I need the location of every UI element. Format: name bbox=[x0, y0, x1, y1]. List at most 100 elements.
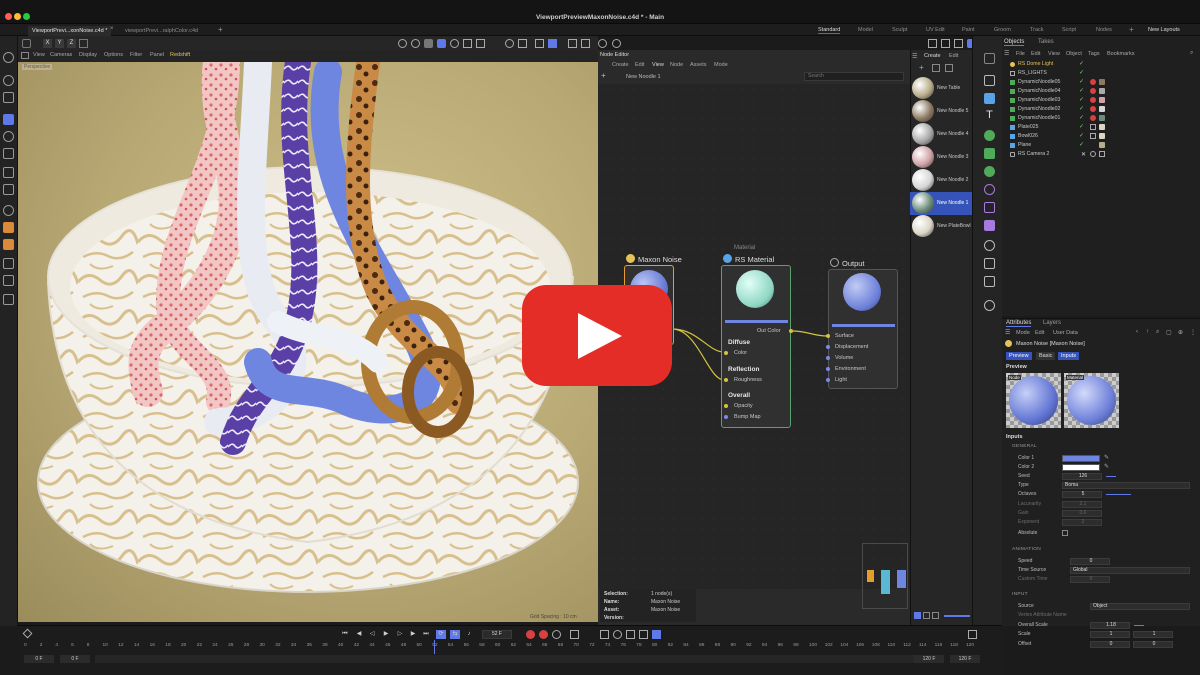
add-node-icon[interactable]: + bbox=[601, 71, 606, 80]
node-menu-assets[interactable]: Assets bbox=[690, 62, 707, 68]
environment-port-dot[interactable] bbox=[826, 367, 830, 371]
coord-system-icon[interactable] bbox=[79, 39, 88, 48]
volume-port-dot[interactable] bbox=[826, 356, 830, 360]
custom-time-field[interactable]: 0 bbox=[1070, 576, 1110, 583]
node-menu-edit[interactable]: Edit bbox=[635, 62, 644, 68]
layout-sculpt[interactable]: Sculpt bbox=[892, 27, 907, 33]
objects-menu-bookmarks[interactable]: Bookmarks bbox=[1107, 51, 1135, 57]
object-row[interactable]: RS_LIGHTS ✓ bbox=[1005, 69, 1200, 78]
render-settings-icon[interactable] bbox=[411, 39, 420, 48]
diffuse-section[interactable]: Diffuse bbox=[728, 339, 750, 346]
node-menu-node[interactable]: Node bbox=[670, 62, 683, 68]
material-tool-icon[interactable] bbox=[932, 64, 940, 72]
up-arrow-icon[interactable]: ↑ bbox=[1146, 329, 1149, 335]
render-icon[interactable] bbox=[424, 39, 433, 48]
tab-objects[interactable]: Objects bbox=[1004, 39, 1025, 46]
phong-tag-icon[interactable] bbox=[1090, 133, 1096, 139]
viewport-menu-filter[interactable]: Filter bbox=[130, 52, 142, 58]
material-item-selected[interactable]: New Noodle 1 bbox=[910, 192, 972, 215]
layout-model[interactable]: Model bbox=[858, 27, 873, 33]
attributes-menu-user-data[interactable]: User Data bbox=[1053, 330, 1078, 336]
octaves-field[interactable]: 5 bbox=[1062, 491, 1102, 498]
layout-standard[interactable]: Standard bbox=[818, 27, 841, 34]
target-tag-icon[interactable] bbox=[1090, 151, 1096, 157]
primitive-icon[interactable] bbox=[984, 93, 995, 104]
select-icon[interactable] bbox=[3, 92, 14, 103]
auto-key-button[interactable] bbox=[539, 630, 548, 639]
lacunarity-field[interactable]: 2.1 bbox=[1062, 501, 1102, 508]
material-item[interactable]: New PlateBowl bbox=[910, 215, 972, 238]
texture-tag-icon[interactable] bbox=[1099, 142, 1105, 148]
attributes-menu-mode[interactable]: Mode bbox=[1016, 330, 1030, 336]
light-icon[interactable] bbox=[984, 258, 995, 269]
scale-x-field[interactable]: 1 bbox=[1090, 631, 1130, 638]
texture-tag-icon[interactable] bbox=[1099, 115, 1105, 121]
rotate-icon[interactable] bbox=[3, 131, 14, 142]
surface-port[interactable]: Surface bbox=[835, 333, 854, 339]
layout-paint[interactable]: Paint bbox=[962, 27, 975, 33]
more-attr-icon[interactable]: ⋮ bbox=[1190, 329, 1196, 336]
material-item[interactable]: New Noodle 4 bbox=[910, 123, 972, 146]
attributes-menu-icon[interactable]: ☰ bbox=[1005, 329, 1010, 336]
key-pla-button[interactable] bbox=[639, 630, 648, 639]
displacement-port[interactable]: Displacement bbox=[835, 344, 868, 350]
material-menu-create[interactable]: Create bbox=[924, 53, 941, 59]
type-dropdown[interactable]: Boma bbox=[1062, 482, 1190, 489]
generator-icon[interactable] bbox=[984, 130, 995, 141]
material-tag-icon[interactable] bbox=[1090, 79, 1096, 85]
texture-tag-icon[interactable] bbox=[1099, 124, 1105, 130]
material-item[interactable]: New Noodle 5 bbox=[910, 100, 972, 123]
move-icon[interactable] bbox=[3, 114, 14, 125]
key-rotation-button[interactable] bbox=[600, 630, 609, 639]
speed-field[interactable]: 0 bbox=[1070, 558, 1110, 565]
material-tag-icon[interactable] bbox=[1090, 97, 1096, 103]
axis-z-button[interactable]: Z bbox=[67, 39, 76, 48]
teapot-icon[interactable] bbox=[450, 39, 459, 48]
object-row[interactable]: Bowl026 ✓ bbox=[1005, 132, 1200, 141]
playhead[interactable] bbox=[434, 640, 436, 654]
enabled-check-icon[interactable]: ✓ bbox=[1079, 69, 1084, 76]
tab-attributes[interactable]: Attributes bbox=[1006, 320, 1032, 327]
objects-search-icon[interactable]: ⌕ bbox=[1190, 50, 1193, 57]
doc-tab[interactable]: viewportPrevi...ralphColor.c4d bbox=[125, 26, 198, 36]
paint-icon[interactable] bbox=[3, 275, 14, 286]
color2-picker-icon[interactable]: ✎ bbox=[1104, 463, 1109, 470]
overall-scale-slider[interactable] bbox=[1134, 625, 1144, 626]
color-port-dot[interactable] bbox=[724, 351, 728, 355]
filter-icon[interactable] bbox=[581, 39, 590, 48]
subtab-preview[interactable]: Preview bbox=[1006, 352, 1032, 360]
material-tag-icon[interactable] bbox=[1090, 115, 1096, 121]
opacity-port[interactable]: Opacity bbox=[734, 403, 753, 409]
viewport-menu-cameras[interactable]: Cameras bbox=[50, 52, 72, 58]
axis-x-button[interactable]: X bbox=[43, 39, 52, 48]
goto-start-button[interactable]: ⏮ bbox=[340, 630, 350, 639]
time-source-dropdown[interactable]: Global bbox=[1070, 567, 1190, 574]
color1-swatch[interactable] bbox=[1062, 455, 1100, 462]
color1-picker-icon[interactable]: ✎ bbox=[1104, 454, 1109, 461]
material-menu-icon[interactable]: ☰ bbox=[912, 53, 917, 60]
object-row[interactable]: Plane ✓ bbox=[1005, 141, 1200, 150]
magnet-icon[interactable] bbox=[505, 39, 514, 48]
new-layouts-button[interactable]: New Layouts bbox=[1148, 27, 1180, 33]
out-color-port[interactable]: Out Color bbox=[757, 328, 781, 334]
object-row[interactable]: RS Camera 2 ✕ bbox=[1005, 150, 1200, 159]
add-layout-icon[interactable]: + bbox=[1129, 25, 1134, 34]
new-attr-icon[interactable]: ⊕ bbox=[1178, 329, 1183, 336]
lock-attr-icon[interactable]: ▢ bbox=[1166, 329, 1172, 336]
prev-frame-button[interactable]: ◁ bbox=[367, 630, 377, 639]
next-key-button[interactable]: ▶ bbox=[408, 630, 418, 639]
enabled-check-icon[interactable]: ✓ bbox=[1079, 96, 1084, 103]
snap-icon[interactable] bbox=[518, 39, 527, 48]
reflection-section[interactable]: Reflection bbox=[728, 366, 759, 373]
texture-icon[interactable] bbox=[3, 294, 14, 305]
material-preview-thumb[interactable]: Material bbox=[1064, 373, 1119, 428]
material-view-list-icon[interactable] bbox=[914, 612, 921, 619]
material-view-large-icon[interactable] bbox=[932, 612, 939, 619]
input-header[interactable]: INPUT bbox=[1012, 592, 1028, 597]
objects-menu-icon[interactable]: ☰ bbox=[1004, 50, 1009, 57]
node-preview-thumb[interactable]: Node bbox=[1006, 373, 1061, 428]
doc-tab-active[interactable]: ViewportPrevi...xonNoise.c4d * bbox=[28, 26, 112, 36]
cube-icon[interactable] bbox=[984, 75, 995, 86]
next-frame-button[interactable]: ▷ bbox=[395, 630, 405, 639]
enabled-check-icon[interactable]: ✓ bbox=[1079, 105, 1084, 112]
